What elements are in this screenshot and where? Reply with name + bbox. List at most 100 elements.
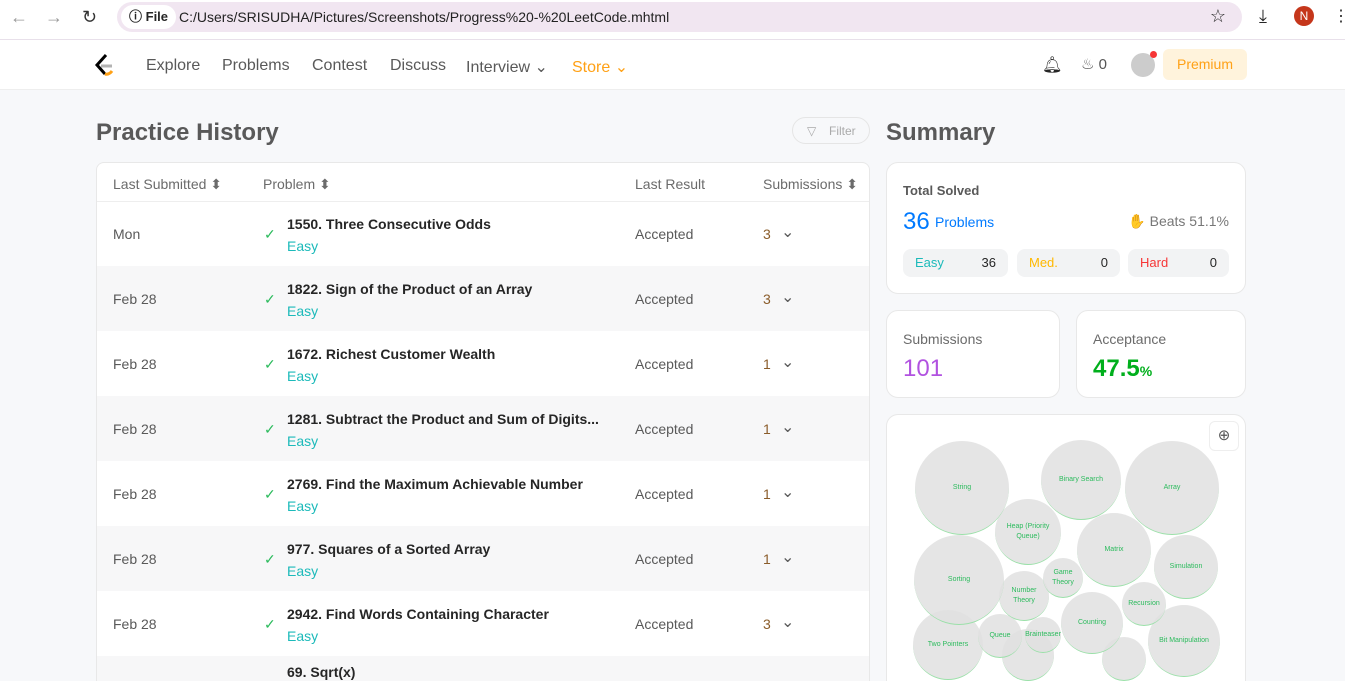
expand-chevron-icon[interactable]: ⌄ xyxy=(781,352,794,372)
problem-title[interactable]: 1281. Subtract the Product and Sum of Di… xyxy=(287,411,599,427)
problems-label: Problems xyxy=(935,214,995,230)
streak-count: 0 xyxy=(1098,56,1107,73)
easy-pill: Easy 36 xyxy=(903,249,1008,277)
user-avatar[interactable] xyxy=(1131,51,1157,77)
topic-bubble[interactable]: Simulation xyxy=(1154,535,1218,599)
table-row[interactable]: Feb 28 ✓ 1281. Subtract the Product and … xyxy=(97,396,869,461)
zoom-in-icon[interactable]: ⊕ xyxy=(1209,421,1239,451)
last-result: Accepted xyxy=(635,616,694,632)
col-label: Problem xyxy=(263,176,316,192)
streak[interactable]: ♨ 0 xyxy=(1081,55,1107,73)
medium-pill: Med. 0 xyxy=(1017,249,1120,277)
wave-icon: ✋ xyxy=(1128,213,1146,229)
topic-label: Binary Search xyxy=(1059,475,1103,483)
address-bar[interactable]: ⓘ File C:/Users/SRISUDHA/Pictures/Screen… xyxy=(117,2,1242,32)
topic-bubble[interactable]: String xyxy=(915,441,1009,535)
table-row[interactable]: Feb 28 ✓ 2769. Find the Maximum Achievab… xyxy=(97,461,869,526)
topic-bubble[interactable]: Game Theory xyxy=(1043,558,1083,598)
problem-title[interactable]: 977. Squares of a Sorted Array xyxy=(287,541,490,557)
table-row[interactable]: Mon ✓ 1550. Three Consecutive Odds Easy … xyxy=(97,201,869,266)
chevron-down-icon: ⌄ xyxy=(614,59,629,76)
last-result: Accepted xyxy=(635,356,694,372)
expand-chevron-icon[interactable]: ⌄ xyxy=(781,287,794,307)
topic-bubble-chart: Two Pointers Brainteaser Queue Bit Manipula… xyxy=(886,414,1246,681)
topic-bubble[interactable]: Queue xyxy=(978,614,1022,658)
back-icon[interactable]: ← xyxy=(10,7,28,28)
expand-chevron-icon[interactable]: ⌄ xyxy=(781,482,794,502)
topic-label: Matrix xyxy=(1104,545,1124,553)
history-table: Last Submitted ⬍ Problem ⬍ Last Result S… xyxy=(96,162,870,681)
expand-chevron-icon[interactable]: ⌄ xyxy=(781,612,794,632)
filter-label: Filter xyxy=(829,124,856,138)
submissions-label: Submissions xyxy=(903,331,983,347)
forward-icon[interactable]: → xyxy=(45,7,63,28)
bookmark-star-icon[interactable]: ☆ xyxy=(1210,6,1226,27)
nav-interview[interactable]: Interview ⌄ xyxy=(466,57,548,77)
sort-icon: ⬍ xyxy=(210,176,223,192)
table-row[interactable]: Feb 28 ✓ 977. Squares of a Sorted Array … xyxy=(97,526,869,591)
header-last-submitted[interactable]: Last Submitted ⬍ xyxy=(113,176,222,193)
submission-count: 3 xyxy=(763,291,771,307)
problem-title[interactable]: 69. Sqrt(x) xyxy=(287,664,355,680)
nav-store-label: Store xyxy=(572,59,611,76)
topic-bubble[interactable]: Matrix xyxy=(1077,513,1151,587)
beats-text: ✋ Beats 51.1% xyxy=(1128,213,1229,230)
header-last-result: Last Result xyxy=(635,176,706,192)
table-row[interactable]: Feb 28 ✓ 1672. Richest Customer Wealth E… xyxy=(97,331,869,396)
premium-button[interactable]: Premium xyxy=(1163,49,1247,80)
filter-button[interactable]: ▽ Filter xyxy=(792,117,870,144)
header-submissions[interactable]: Submissions ⬍ xyxy=(763,176,858,193)
topic-bubble[interactable]: Brainteaser xyxy=(1025,617,1061,653)
easy-count: 36 xyxy=(981,255,996,270)
topic-bubble[interactable]: Heap (Priority Queue) xyxy=(995,499,1061,565)
topic-bubble[interactable]: Counting xyxy=(1061,592,1123,654)
last-submitted-date: Feb 28 xyxy=(113,421,157,437)
problem-title[interactable]: 1822. Sign of the Product of an Array xyxy=(287,281,532,297)
hard-count: 0 xyxy=(1209,255,1217,270)
reload-icon[interactable]: ↻ xyxy=(82,7,97,28)
url-text[interactable]: C:/Users/SRISUDHA/Pictures/Screenshots/P… xyxy=(179,9,669,25)
table-row[interactable]: Feb 28 ✓ 1822. Sign of the Product of an… xyxy=(97,266,869,331)
topic-label: String xyxy=(952,483,972,491)
expand-chevron-icon[interactable]: ⌄ xyxy=(781,222,794,242)
nav-discuss[interactable]: Discuss xyxy=(390,57,446,75)
bell-icon[interactable]: 🔔︎ xyxy=(1042,55,1062,75)
leetcode-logo[interactable] xyxy=(93,53,115,77)
header-problem[interactable]: Problem ⬍ xyxy=(263,176,331,193)
total-solved-label: Total Solved xyxy=(903,183,980,198)
problem-title[interactable]: 2942. Find Words Containing Character xyxy=(287,606,549,622)
site-nav: Explore Problems Contest Discuss Intervi… xyxy=(0,40,1345,90)
fire-icon: ♨ xyxy=(1081,56,1095,73)
expand-chevron-icon[interactable]: ⌄ xyxy=(781,547,794,567)
expand-chevron-icon[interactable]: ⌄ xyxy=(781,417,794,437)
topic-label: Array xyxy=(1163,483,1181,491)
nav-explore[interactable]: Explore xyxy=(146,57,200,75)
profile-avatar[interactable]: N xyxy=(1294,6,1314,26)
acceptance-value: 47.5% xyxy=(1093,355,1152,383)
problem-title[interactable]: 2769. Find the Maximum Achievable Number xyxy=(287,476,583,492)
nav-problems[interactable]: Problems xyxy=(222,57,290,75)
total-solved-card: Total Solved 36 Problems ✋ Beats 51.1% E… xyxy=(886,162,1246,294)
nav-contest[interactable]: Contest xyxy=(312,57,367,75)
summary-title: Summary xyxy=(886,119,996,146)
table-row[interactable]: Feb 28 ✓ 2942. Find Words Containing Cha… xyxy=(97,591,869,656)
problem-title[interactable]: 1550. Three Consecutive Odds xyxy=(287,216,491,232)
hard-pill: Hard 0 xyxy=(1128,249,1229,277)
practice-history-title: Practice History xyxy=(96,119,279,146)
topic-label: Recursion xyxy=(1128,599,1160,607)
topic-bubble[interactable]: Array xyxy=(1125,441,1219,535)
table-row[interactable]: 69. Sqrt(x) xyxy=(97,656,869,681)
nav-store[interactable]: Store ⌄ xyxy=(572,57,628,77)
topic-bubble[interactable]: Binary Search xyxy=(1041,440,1121,520)
menu-icon[interactable]: ⋮ xyxy=(1333,6,1345,26)
download-icon[interactable]: ⤓ xyxy=(1259,6,1267,27)
site-info-chip[interactable]: ⓘ File xyxy=(121,5,177,29)
topic-bubble[interactable]: Number Theory xyxy=(999,571,1049,621)
topic-bubble[interactable]: Recursion xyxy=(1122,582,1166,626)
topic-bubble[interactable]: Sorting xyxy=(914,535,1004,625)
problem-title[interactable]: 1672. Richest Customer Wealth xyxy=(287,346,495,362)
last-result: Accepted xyxy=(635,486,694,502)
difficulty-label: Easy xyxy=(287,303,319,319)
submissions-card: Submissions 101 xyxy=(886,310,1060,398)
easy-label: Easy xyxy=(915,255,944,270)
